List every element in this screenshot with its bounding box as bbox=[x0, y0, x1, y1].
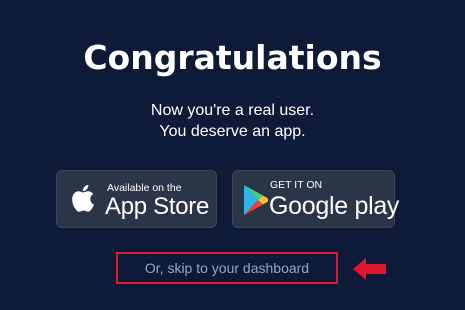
skip-to-dashboard-link[interactable]: Or, skip to your dashboard bbox=[118, 260, 336, 276]
subtitle: Now you're a real user. You deserve an a… bbox=[0, 100, 465, 142]
google-play-big-text: Google play bbox=[269, 192, 400, 220]
apple-icon bbox=[72, 184, 94, 212]
google-play-small-text: GET IT ON bbox=[270, 179, 323, 191]
google-play-icon bbox=[244, 185, 268, 215]
google-play-button[interactable]: GET IT ON Google play bbox=[232, 170, 399, 228]
subtitle-line-2: You deserve an app. bbox=[159, 123, 306, 140]
subtitle-line-1: Now you're a real user. bbox=[150, 102, 315, 119]
skip-highlight-box: Or, skip to your dashboard bbox=[116, 252, 338, 284]
app-store-big-text: App Store bbox=[105, 193, 210, 220]
left-arrow-icon bbox=[353, 258, 386, 280]
app-download-page: Congratulations Now you're a real user. … bbox=[0, 0, 465, 310]
page-title: Congratulations bbox=[83, 38, 382, 77]
app-store-button[interactable]: Available on the App Store bbox=[56, 170, 217, 228]
